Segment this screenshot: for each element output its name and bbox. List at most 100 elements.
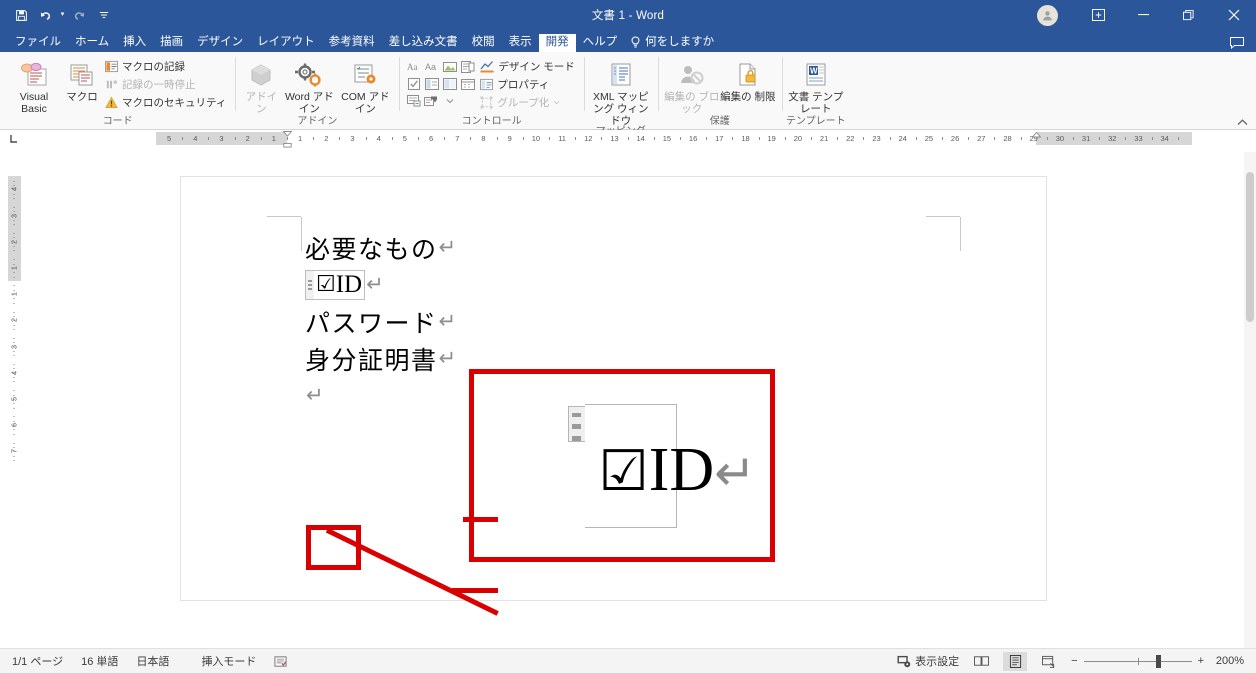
horizontal-ruler[interactable]: 5 4 3 2 1 1 2 3 4 5 6 7 8 9 10 11 12 13 14 15 16 17 18 19 20 21 22… [28, 130, 1256, 148]
xml-mapping-pane-button[interactable]: XML マッピング ウィンドウ [590, 55, 652, 127]
record-macro-button[interactable]: マクロの記録 [102, 58, 229, 75]
document-template-button[interactable]: W 文書 テンプレート [788, 55, 844, 115]
restore-button[interactable] [1166, 0, 1211, 30]
word-count[interactable]: 16 単語 [81, 653, 118, 669]
document-line-2[interactable]: ☑ ID ↵ [305, 266, 456, 303]
date-picker-content-control-icon[interactable] [461, 78, 476, 90]
tell-me-search[interactable]: 何をしますか [624, 34, 721, 53]
paragraph-mark: ↵ [438, 309, 457, 333]
tab-stop-icon[interactable] [0, 130, 28, 148]
workspace: 43211234567 必要なもの ↵ [0, 148, 1256, 645]
tab-help[interactable]: ヘルプ [576, 34, 625, 53]
zoom-out-button[interactable]: − [1071, 655, 1077, 667]
close-button[interactable] [1211, 0, 1256, 30]
content-controls-gallery: Aa Aa [405, 55, 477, 109]
tab-home[interactable]: ホーム [68, 34, 116, 53]
web-layout-view-button[interactable] [1037, 652, 1061, 671]
vruler-tick-mark [13, 442, 15, 444]
tab-draw[interactable]: 描画 [153, 34, 190, 53]
document-line-5[interactable]: ↵ [305, 377, 456, 414]
document-canvas[interactable]: 必要なもの ↵ ☑ ID ↵ パスワード ↵ 身分証明書 ↵ ↵ ☑ ID ↵ [28, 148, 1256, 645]
check-box-content-control-icon[interactable] [407, 77, 421, 90]
page-count[interactable]: 1/1 ページ [12, 653, 63, 669]
macros-button[interactable]: マクロ [62, 55, 102, 103]
properties-button[interactable]: プロパティ [477, 76, 577, 93]
account-avatar[interactable] [1037, 4, 1058, 26]
tab-mailings[interactable]: 差し込み文書 [382, 34, 465, 53]
macro-security-button[interactable]: マクロのセキュリティ [102, 94, 229, 111]
tab-view[interactable]: 表示 [502, 34, 539, 53]
proofing-icon[interactable] [274, 655, 287, 668]
tab-references[interactable]: 参考資料 [322, 34, 382, 53]
content-control-body[interactable]: ☑ ID [314, 269, 366, 300]
ribbon-group-addins: アドイン Word アドイン COM アドイン アドイン [235, 52, 399, 129]
vruler-tick-mark [13, 250, 15, 252]
ruler-tick-label: 15 [662, 134, 672, 143]
document-line-1-text: 必要なもの [305, 236, 438, 264]
ribbon-group-templates-label: テンプレート [785, 116, 846, 127]
tab-developer[interactable]: 開発 [538, 33, 576, 52]
visual-basic-label: Visual Basic [19, 91, 49, 116]
language-indicator[interactable]: 日本語 [136, 653, 169, 669]
drop-down-list-content-control-icon[interactable] [443, 77, 458, 90]
legacy-tools-dropdown-icon[interactable] [446, 97, 454, 105]
document-line-1[interactable]: 必要なもの ↵ [305, 229, 456, 266]
com-addins-button[interactable]: COM アドイン [337, 55, 393, 115]
vruler-tick-mark [13, 184, 15, 186]
zoom-level-label[interactable]: 200% [1210, 655, 1244, 667]
document-text-body[interactable]: 必要なもの ↵ ☑ ID ↵ パスワード ↵ 身分証明書 ↵ ↵ [305, 229, 456, 414]
ruler-tick-label: 32 [1108, 134, 1117, 143]
visual-basic-button[interactable]: Visual Basic [6, 55, 62, 115]
macro-icon [68, 59, 96, 91]
ruler-tick-label: 23 [872, 134, 881, 143]
plain-text-content-control-icon[interactable]: Aa [425, 61, 439, 73]
print-layout-view-button[interactable] [1003, 651, 1028, 671]
picture-content-control-icon[interactable] [443, 61, 458, 73]
vertical-scrollbar[interactable] [1244, 152, 1256, 649]
zoom-slider-thumb[interactable] [1155, 654, 1161, 668]
zoom-slider[interactable] [1083, 654, 1192, 668]
document-line-3[interactable]: パスワード ↵ [305, 303, 456, 340]
vertical-ruler[interactable]: 43211234567 [0, 148, 28, 645]
comments-icon[interactable] [1230, 37, 1244, 49]
check-box-content-control[interactable]: ☑ ID [305, 269, 366, 300]
vruler-tick-mark [13, 337, 15, 339]
ribbon-display-options-button[interactable] [1076, 0, 1121, 30]
tab-design[interactable]: デザイン [190, 34, 250, 53]
ruler-tick-mark [1177, 137, 1179, 140]
repeating-section-content-control-icon[interactable] [407, 94, 421, 107]
right-indent-marker[interactable] [1031, 130, 1041, 148]
display-settings-button[interactable]: 表示設定 [897, 653, 959, 669]
properties-label: プロパティ [497, 79, 550, 91]
magnified-content-control: ☑ ID ↵ [567, 403, 756, 528]
ruler-tick-label: 19 [767, 134, 776, 143]
ruler-tick-mark [784, 137, 786, 140]
collapse-ribbon-button[interactable] [1237, 119, 1248, 126]
document-line-4[interactable]: 身分証明書 ↵ [305, 340, 456, 377]
read-mode-view-button[interactable] [969, 652, 993, 671]
tab-review[interactable]: 校閲 [465, 34, 502, 53]
xml-mapping-label: XML マッピング ウィンドウ [592, 91, 649, 128]
design-mode-label: デザイン モード [498, 61, 575, 73]
rich-text-content-control-icon[interactable]: Aa [407, 61, 421, 73]
tab-file[interactable]: ファイル [8, 34, 68, 53]
content-control-grip-icon[interactable] [305, 269, 314, 300]
word-addins-button[interactable]: Word アドイン [281, 55, 337, 115]
left-indent-marker[interactable] [282, 130, 292, 148]
minimize-button[interactable] [1121, 0, 1166, 30]
checkbox-glyph[interactable]: ☑ [316, 273, 336, 296]
tab-layout[interactable]: レイアウト [250, 34, 322, 53]
legacy-tools-icon[interactable] [424, 95, 440, 107]
design-mode-button[interactable]: デザイン モード [477, 58, 577, 75]
building-block-gallery-icon[interactable] [461, 60, 475, 73]
tab-insert[interactable]: 挿入 [116, 34, 153, 53]
zoom-in-button[interactable]: + [1198, 655, 1204, 667]
ruler-tick-mark [994, 137, 996, 140]
restrict-editing-button[interactable]: 編集の 制限 [720, 55, 776, 103]
ribbon-group-controls-label: コントロール [461, 116, 522, 127]
vertical-scrollbar-thumb[interactable] [1246, 172, 1254, 322]
insert-mode-indicator[interactable]: 挿入モード [201, 653, 256, 669]
pause-record-icon [105, 78, 118, 91]
ruler-tick-label: 18 [741, 134, 750, 143]
combo-box-content-control-icon[interactable] [425, 77, 440, 90]
